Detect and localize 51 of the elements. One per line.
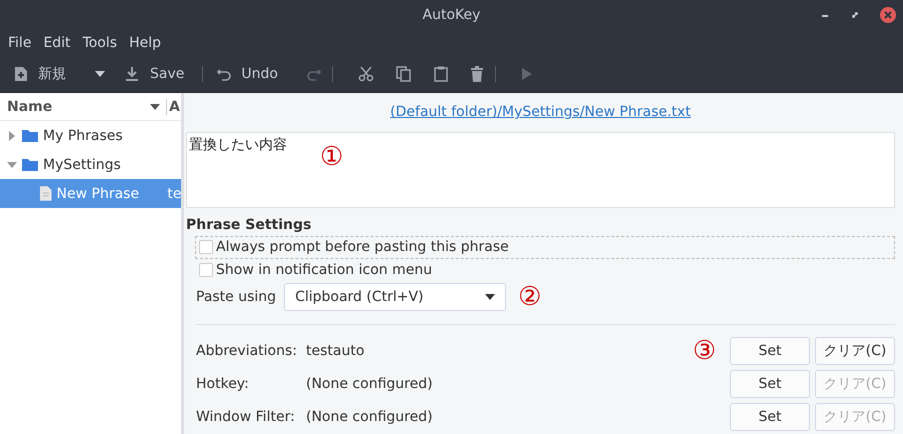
close-icon[interactable]: [880, 7, 896, 23]
undo-icon: [217, 66, 232, 80]
phrase-text: 置換したい内容: [189, 136, 287, 153]
collapsed-arrow-icon[interactable]: [7, 130, 17, 140]
document-icon: [40, 186, 52, 201]
phrase-text-area[interactable]: 置換したい内容 ①: [186, 132, 895, 208]
trigger-label: Window Filter:: [196, 409, 296, 426]
undo-button[interactable]: Undo: [217, 66, 278, 82]
tree-item[interactable]: My Phrases: [0, 121, 181, 150]
annotation-number: ③: [692, 337, 716, 366]
download-icon: [124, 66, 140, 82]
window-title: AutoKey: [422, 7, 480, 23]
tree-item[interactable]: MySettings: [0, 150, 181, 179]
save-button[interactable]: Save: [124, 66, 184, 82]
folder-icon: [22, 129, 38, 142]
menu-item[interactable]: Help: [123, 34, 167, 50]
sort-icon[interactable]: [150, 104, 160, 110]
menu-item[interactable]: File: [2, 34, 38, 50]
clipboard-icon[interactable]: [434, 66, 448, 82]
copy-icon[interactable]: [396, 66, 412, 82]
paste-label: Paste using: [196, 289, 276, 306]
clear-button[interactable]: クリア(C): [815, 337, 895, 366]
set-button[interactable]: Set: [730, 337, 810, 366]
trigger-value: (None configured): [306, 409, 434, 426]
set-button[interactable]: Set: [730, 370, 810, 398]
caret-icon: [485, 294, 496, 300]
column-header[interactable]: A: [166, 98, 181, 114]
new-button[interactable]: 新規: [14, 64, 106, 82]
maximize-icon[interactable]: [850, 10, 860, 20]
trigger-label: Hotkey:: [196, 376, 250, 392]
trigger-label: Abbreviations:: [196, 343, 298, 360]
expanded-arrow-icon[interactable]: [7, 160, 17, 170]
file-path-link[interactable]: (Default folder)/MySettings/New Phrase.txt: [390, 104, 691, 120]
column-header[interactable]: Name: [0, 98, 150, 114]
paste-method-dropdown[interactable]: Clipboard (Ctrl+V): [284, 283, 506, 312]
checkbox-label[interactable]: Show in notification icon menu: [216, 262, 432, 278]
trigger-value: (None configured): [306, 376, 434, 392]
menu-item[interactable]: Tools: [76, 34, 124, 50]
new-file-icon: [14, 66, 28, 82]
folder-icon: [22, 158, 38, 171]
section-title: Phrase Settings: [186, 216, 312, 236]
caret-icon[interactable]: [94, 70, 106, 78]
annotation-number: ②: [518, 283, 542, 312]
trash-icon[interactable]: [470, 66, 484, 82]
checkbox[interactable]: [199, 240, 213, 254]
menu-item[interactable]: Edit: [37, 34, 77, 50]
trigger-value: testauto: [306, 343, 366, 360]
annotation-number: ①: [320, 142, 344, 171]
scissors-icon[interactable]: [358, 66, 374, 82]
checkbox[interactable]: [199, 262, 213, 277]
set-button[interactable]: Set: [730, 403, 810, 432]
